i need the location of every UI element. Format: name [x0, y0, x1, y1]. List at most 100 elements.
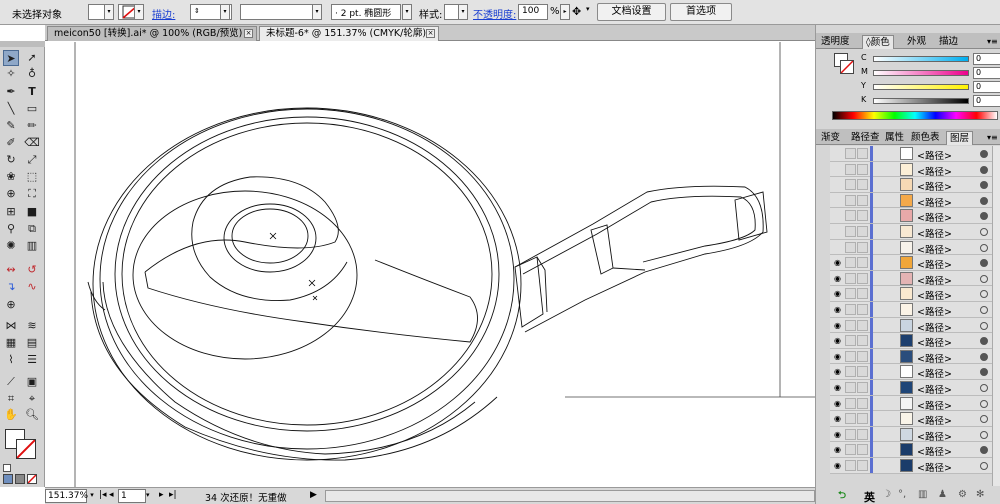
lock-toggle[interactable]: [845, 397, 856, 409]
target-circle-icon[interactable]: [980, 415, 988, 424]
target-circle-icon[interactable]: [980, 165, 988, 174]
artboard-tool-icon[interactable]: ⋈: [3, 318, 19, 334]
tab-stroke[interactable]: 描边: [936, 35, 961, 49]
template-toggle[interactable]: [857, 304, 868, 315]
template-toggle[interactable]: [857, 241, 868, 253]
stroke-color-swatch[interactable]: [16, 439, 36, 459]
cyan-slider[interactable]: [873, 56, 969, 62]
target-circle-icon[interactable]: [980, 306, 988, 314]
layer-row[interactable]: ◉ <路径>: [830, 411, 1000, 427]
preferences-button[interactable]: 首选项: [670, 3, 732, 21]
type-tool-icon[interactable]: T: [24, 84, 40, 100]
lock-toggle[interactable]: [845, 319, 856, 331]
target-circle-icon[interactable]: [980, 259, 988, 268]
template-toggle[interactable]: [857, 194, 868, 206]
target-circle-icon[interactable]: [980, 384, 988, 392]
visibility-eye-icon[interactable]: ◉: [832, 335, 843, 346]
template-toggle[interactable]: [857, 397, 868, 409]
opacity-link[interactable]: 不透明度:: [473, 6, 516, 21]
tab-gradient[interactable]: 渐变: [818, 131, 843, 145]
layer-row[interactable]: <路径>: [830, 192, 1000, 209]
width-tool-icon[interactable]: ↭: [3, 262, 19, 278]
template-toggle[interactable]: [857, 179, 868, 191]
hand-tool-icon[interactable]: ✋: [3, 407, 19, 423]
target-circle-icon[interactable]: [980, 399, 988, 408]
target-circle-icon[interactable]: [980, 228, 988, 236]
pencil-tool-icon[interactable]: ✏: [24, 118, 40, 134]
line-tool-icon[interactable]: ╲: [3, 101, 19, 117]
gradient-tool-icon[interactable]: ■: [24, 204, 40, 220]
layer-row[interactable]: ◉ <路径>: [830, 317, 1000, 334]
anchor-tool-icon[interactable]: ↴: [3, 279, 19, 295]
previous-page-icon[interactable]: ◂: [109, 490, 114, 500]
visibility-eye-icon[interactable]: [832, 242, 843, 253]
smooth-tool-icon[interactable]: ∿: [24, 279, 40, 295]
visibility-eye-icon[interactable]: [832, 148, 843, 159]
black-value[interactable]: 0: [973, 95, 1000, 107]
tab-pathfinder[interactable]: 路径查: [848, 131, 883, 145]
target-circle-icon[interactable]: [980, 430, 988, 439]
fill-dropdown[interactable]: ▾: [104, 4, 114, 20]
layer-row[interactable]: ◉ <路径>: [830, 348, 1000, 365]
gradient-mode-icon[interactable]: [15, 474, 25, 484]
visibility-eye-icon[interactable]: ◉: [832, 429, 843, 440]
live-paint-tool-icon[interactable]: ⛶: [24, 186, 40, 202]
lock-toggle[interactable]: [845, 288, 856, 300]
lock-toggle[interactable]: [845, 179, 856, 191]
lock-toggle[interactable]: [845, 460, 856, 471]
lock-toggle[interactable]: [845, 366, 856, 378]
blend-tool-icon[interactable]: ⧉: [24, 221, 40, 237]
eraser-tool-icon[interactable]: ⌫: [24, 135, 40, 151]
target-circle-icon[interactable]: [980, 352, 988, 361]
layer-row[interactable]: ◉ <路径>: [830, 333, 1000, 349]
target-circle-icon[interactable]: [980, 196, 988, 205]
visibility-eye-icon[interactable]: ◉: [832, 304, 843, 315]
tab-color-guide[interactable]: 颜色表: [908, 131, 943, 145]
visibility-eye-icon[interactable]: [832, 195, 843, 206]
tab-color[interactable]: ◊颜色: [862, 35, 894, 49]
pen-tool-icon[interactable]: ✒: [3, 84, 19, 100]
default-fill-stroke-icon[interactable]: [3, 464, 11, 472]
lock-toggle[interactable]: [845, 210, 856, 222]
template-toggle[interactable]: [857, 148, 868, 159]
lock-toggle[interactable]: [845, 428, 856, 440]
last-page-icon[interactable]: ▸|: [169, 490, 177, 500]
zoom-dropdown[interactable]: ▾: [87, 489, 97, 503]
lock-toggle[interactable]: [845, 413, 856, 425]
none-mode-icon[interactable]: [27, 474, 37, 484]
close-icon[interactable]: ×: [426, 29, 435, 38]
style-dropdown[interactable]: ▾: [458, 4, 468, 20]
variable-width-dropdown[interactable]: ▾: [312, 4, 322, 20]
crosshair-tool-icon[interactable]: ⊕: [3, 297, 19, 313]
template-toggle[interactable]: [857, 163, 868, 175]
blob-brush-tool-icon[interactable]: ✐: [3, 135, 19, 151]
opacity-field[interactable]: 100: [518, 4, 548, 20]
toolbar-gripper[interactable]: [0, 41, 45, 47]
layer-row[interactable]: <路径>: [830, 224, 1000, 240]
brush-field[interactable]: · 2 pt. 椭圆形: [331, 4, 401, 20]
yellow-value[interactable]: 0: [973, 81, 1000, 93]
ime-keyboard-icon[interactable]: ▥: [918, 489, 927, 500]
layer-row[interactable]: ◉ <路径>: [830, 458, 1000, 474]
layer-row[interactable]: <路径>: [830, 146, 1000, 162]
layer-row[interactable]: ◉ <路径>: [830, 286, 1000, 302]
layer-row[interactable]: <路径>: [830, 161, 1000, 178]
tab-layers[interactable]: 图层: [946, 131, 974, 145]
stroke-dropdown[interactable]: ▾: [134, 4, 144, 20]
visibility-eye-icon[interactable]: ◉: [832, 444, 843, 455]
eyedropper-tool-icon[interactable]: ⚲: [3, 221, 19, 237]
target-circle-icon[interactable]: [980, 462, 988, 470]
perspective-grid-tool-icon[interactable]: ⊞: [3, 204, 19, 220]
tab-transparency[interactable]: 透明度: [818, 35, 853, 49]
visibility-eye-icon[interactable]: [832, 164, 843, 175]
visibility-eye-icon[interactable]: ◉: [832, 320, 843, 331]
visibility-eye-icon[interactable]: ◉: [832, 288, 843, 299]
ime-user-icon[interactable]: ♟: [938, 489, 947, 500]
stroke-link[interactable]: 描边:: [152, 6, 175, 21]
layer-row[interactable]: ◉ <路径>: [830, 302, 1000, 318]
lock-toggle[interactable]: [845, 163, 856, 175]
cyan-value[interactable]: 0: [973, 53, 1000, 65]
mesh-tool-icon[interactable]: ▦: [3, 335, 19, 351]
zoom-field[interactable]: 151.37%: [45, 489, 88, 503]
template-toggle[interactable]: [857, 460, 868, 471]
